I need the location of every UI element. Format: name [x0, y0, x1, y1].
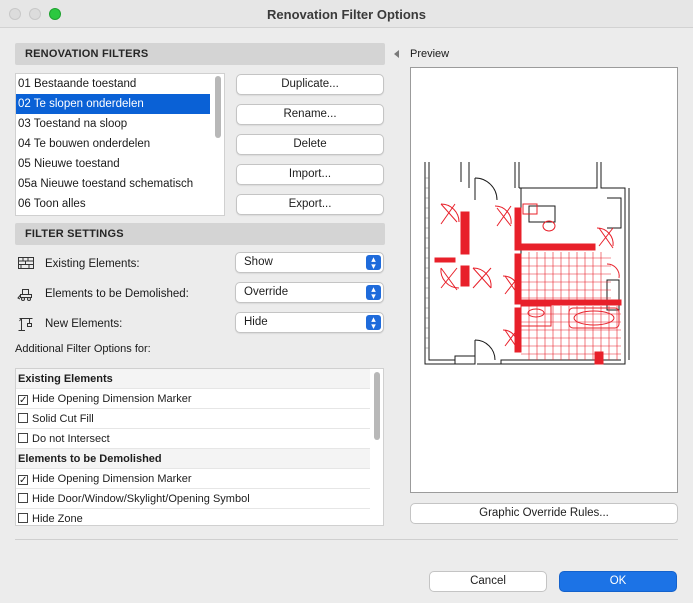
cancel-button[interactable]: Cancel — [429, 571, 547, 592]
graphic-override-rules-button[interactable]: Graphic Override Rules... — [410, 503, 678, 524]
filter-item[interactable]: 06 Toon alles — [16, 194, 210, 214]
import-button[interactable]: Import... — [236, 164, 384, 185]
filter-item[interactable]: 01 Bestaande toestand — [16, 74, 210, 94]
collapse-preview-icon[interactable] — [394, 50, 399, 58]
window-title: Renovation Filter Options — [267, 7, 426, 22]
option-label: Hide Opening Dimension Marker — [32, 473, 192, 485]
checkbox-checked[interactable]: ✓ — [18, 395, 28, 406]
option-row[interactable]: Do not Intersect — [16, 429, 370, 449]
additional-options-list[interactable]: Existing Elements ✓ Hide Opening Dimensio… — [15, 368, 384, 526]
existing-elements-label: Existing Elements: — [45, 258, 140, 270]
footer-divider — [15, 539, 678, 540]
new-construction-icon — [17, 316, 35, 332]
checkbox[interactable] — [18, 513, 28, 523]
checkbox[interactable] — [18, 493, 28, 503]
delete-button[interactable]: Delete — [236, 134, 384, 155]
new-elements-value: Hide — [244, 316, 268, 328]
ok-button[interactable]: OK — [559, 571, 677, 592]
option-row[interactable]: Hide Zone — [16, 509, 370, 525]
option-label: Hide Zone — [32, 513, 83, 525]
demolished-elements-label: Elements to be Demolished: — [45, 288, 189, 300]
rename-button[interactable]: Rename... — [236, 104, 384, 125]
bulldozer-icon — [17, 286, 35, 302]
updown-chevron-icon: ▴ ▾ — [366, 255, 381, 271]
existing-elements-value: Show — [244, 256, 273, 268]
filter-item[interactable]: 05 Nieuwe toestand — [16, 154, 210, 174]
renovation-filter-window: Renovation Filter Options RENOVATION FIL… — [0, 0, 693, 603]
floor-plan-preview — [424, 162, 630, 365]
checkbox-checked[interactable]: ✓ — [18, 475, 28, 486]
filter-list-scrollbar[interactable] — [215, 76, 221, 138]
new-elements-select[interactable]: Hide ▴ ▾ — [235, 312, 384, 333]
export-button[interactable]: Export... — [236, 194, 384, 215]
duplicate-button[interactable]: Duplicate... — [236, 74, 384, 95]
title-bar: Renovation Filter Options — [0, 0, 693, 28]
updown-chevron-icon: ▴ ▾ — [366, 315, 381, 331]
demolished-elements-value: Override — [244, 286, 289, 298]
preview-pane — [410, 67, 678, 493]
option-row[interactable]: ✓ Hide Opening Dimension Marker — [16, 389, 370, 409]
filter-item[interactable]: 03 Toestand na sloop — [16, 114, 210, 134]
option-row[interactable]: ✓ Hide Opening Dimension Marker — [16, 469, 370, 489]
renovation-filters-header: RENOVATION FILTERS — [15, 43, 385, 65]
additional-options-label: Additional Filter Options for: — [15, 343, 151, 355]
wall-bricks-icon — [17, 255, 35, 271]
filter-item[interactable]: 05a Nieuwe toestand schematisch — [16, 174, 210, 194]
group-existing-elements: Existing Elements — [16, 369, 370, 389]
option-row[interactable]: Solid Cut Fill — [16, 409, 370, 429]
checkbox[interactable] — [18, 413, 28, 423]
options-list-scrollbar[interactable] — [374, 372, 380, 440]
option-label: Do not Intersect — [32, 433, 110, 445]
existing-elements-select[interactable]: Show ▴ ▾ — [235, 252, 384, 273]
option-label: Solid Cut Fill — [32, 413, 94, 425]
preview-label: Preview — [410, 48, 450, 60]
group-demolished-elements: Elements to be Demolished — [16, 449, 370, 469]
checkbox[interactable] — [18, 433, 28, 443]
filter-settings-header: FILTER SETTINGS — [15, 223, 385, 245]
updown-chevron-icon: ▴ ▾ — [366, 285, 381, 301]
demolished-elements-select[interactable]: Override ▴ ▾ — [235, 282, 384, 303]
renovation-filter-list[interactable]: 01 Bestaande toestand 02 Te slopen onder… — [15, 73, 225, 216]
filter-item[interactable]: 04 Te bouwen onderdelen — [16, 134, 210, 154]
filter-item-selected[interactable]: 02 Te slopen onderdelen — [16, 94, 210, 114]
new-elements-label: New Elements: — [45, 318, 123, 330]
option-label: Hide Door/Window/Skylight/Opening Symbol — [32, 493, 250, 505]
option-row[interactable]: Hide Door/Window/Skylight/Opening Symbol — [16, 489, 370, 509]
option-label: Hide Opening Dimension Marker — [32, 393, 192, 405]
